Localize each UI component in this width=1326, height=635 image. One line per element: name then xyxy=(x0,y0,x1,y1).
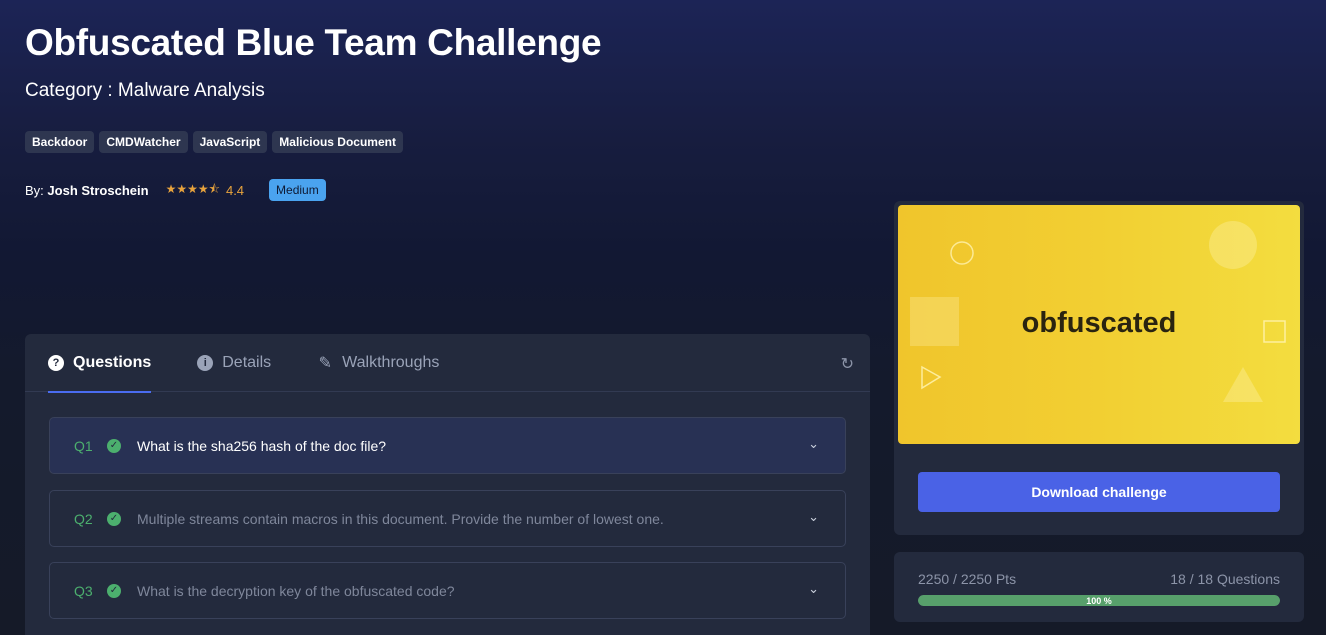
download-challenge-button[interactable]: Download challenge xyxy=(918,472,1280,512)
tag-cmdwatcher[interactable]: CMDWatcher xyxy=(99,131,188,153)
question-number: Q3 xyxy=(74,582,93,599)
category-label: Category : Malware Analysis xyxy=(25,80,265,101)
progress-bar-fill: 100 % xyxy=(918,595,1280,606)
tab-bar: ? Questions i Details ✎ Walkthroughs ↻ xyxy=(25,334,870,393)
challenge-meta: By: Josh Stroschein ★★★★⯪ 4.4 Medium xyxy=(25,179,326,201)
difficulty-badge: Medium xyxy=(269,179,326,201)
questions-panel: ? Questions i Details ✎ Walkthroughs ↻ Q… xyxy=(25,334,870,635)
progress-card: 2250 / 2250 Pts 18 / 18 Questions 100 % xyxy=(894,552,1304,622)
challenge-card: obfuscated Download challenge xyxy=(894,201,1304,535)
check-icon: ✓ xyxy=(107,438,121,453)
questions-count: 18 / 18 Questions xyxy=(1170,571,1280,587)
author-name[interactable]: Josh Stroschein xyxy=(47,183,148,198)
by-label: By: xyxy=(25,182,44,198)
question-text: What is the decryption key of the obfusc… xyxy=(137,582,455,599)
tag-malicious-document[interactable]: Malicious Document xyxy=(272,131,403,153)
question-item-1[interactable]: Q1 ✓ What is the sha256 hash of the doc … xyxy=(49,417,846,474)
tag-backdoor[interactable]: Backdoor xyxy=(25,131,95,153)
question-number: Q1 xyxy=(74,437,93,454)
banner-text: obfuscated xyxy=(1021,307,1177,339)
star-rating-icon: ★★★★⯪ xyxy=(165,181,220,196)
challenge-banner: obfuscated xyxy=(898,205,1300,444)
check-icon: ✓ xyxy=(107,583,121,598)
question-text: What is the sha256 hash of the doc file? xyxy=(137,437,387,454)
page-title: Obfuscated Blue Team Challenge xyxy=(25,22,602,63)
check-icon: ✓ xyxy=(107,511,121,526)
chevron-down-icon[interactable]: ⌄ xyxy=(808,436,819,452)
tag-javascript[interactable]: JavaScript xyxy=(192,131,268,153)
chevron-down-icon[interactable]: ⌄ xyxy=(808,509,819,525)
question-icon: ? xyxy=(48,354,64,371)
tag-list: Backdoor CMDWatcher JavaScript Malicious… xyxy=(25,131,403,153)
chevron-down-icon[interactable]: ⌄ xyxy=(808,581,819,597)
question-number: Q2 xyxy=(74,510,93,527)
progress-bar: 100 % xyxy=(918,595,1280,606)
tab-details[interactable]: i Details xyxy=(197,334,271,392)
pen-icon: ✎ xyxy=(318,354,332,372)
tab-details-label: Details xyxy=(222,353,272,371)
tab-walkthroughs-label: Walkthroughs xyxy=(342,353,440,371)
tab-walkthroughs[interactable]: ✎ Walkthroughs xyxy=(317,334,439,392)
question-item-2[interactable]: Q2 ✓ Multiple streams contain macros in … xyxy=(49,490,846,547)
author-line: By: Josh Stroschein xyxy=(25,183,149,198)
question-item-3[interactable]: Q3 ✓ What is the decryption key of the o… xyxy=(49,562,846,619)
tab-questions-label: Questions xyxy=(73,353,152,371)
rating-value: 4.4 xyxy=(225,182,245,198)
tab-questions[interactable]: ? Questions xyxy=(48,334,152,393)
refresh-icon[interactable]: ↻ xyxy=(841,354,854,374)
question-text: Multiple streams contain macros in this … xyxy=(137,510,664,527)
points-label: 2250 / 2250 Pts xyxy=(918,571,1017,587)
info-icon: i xyxy=(197,354,214,371)
